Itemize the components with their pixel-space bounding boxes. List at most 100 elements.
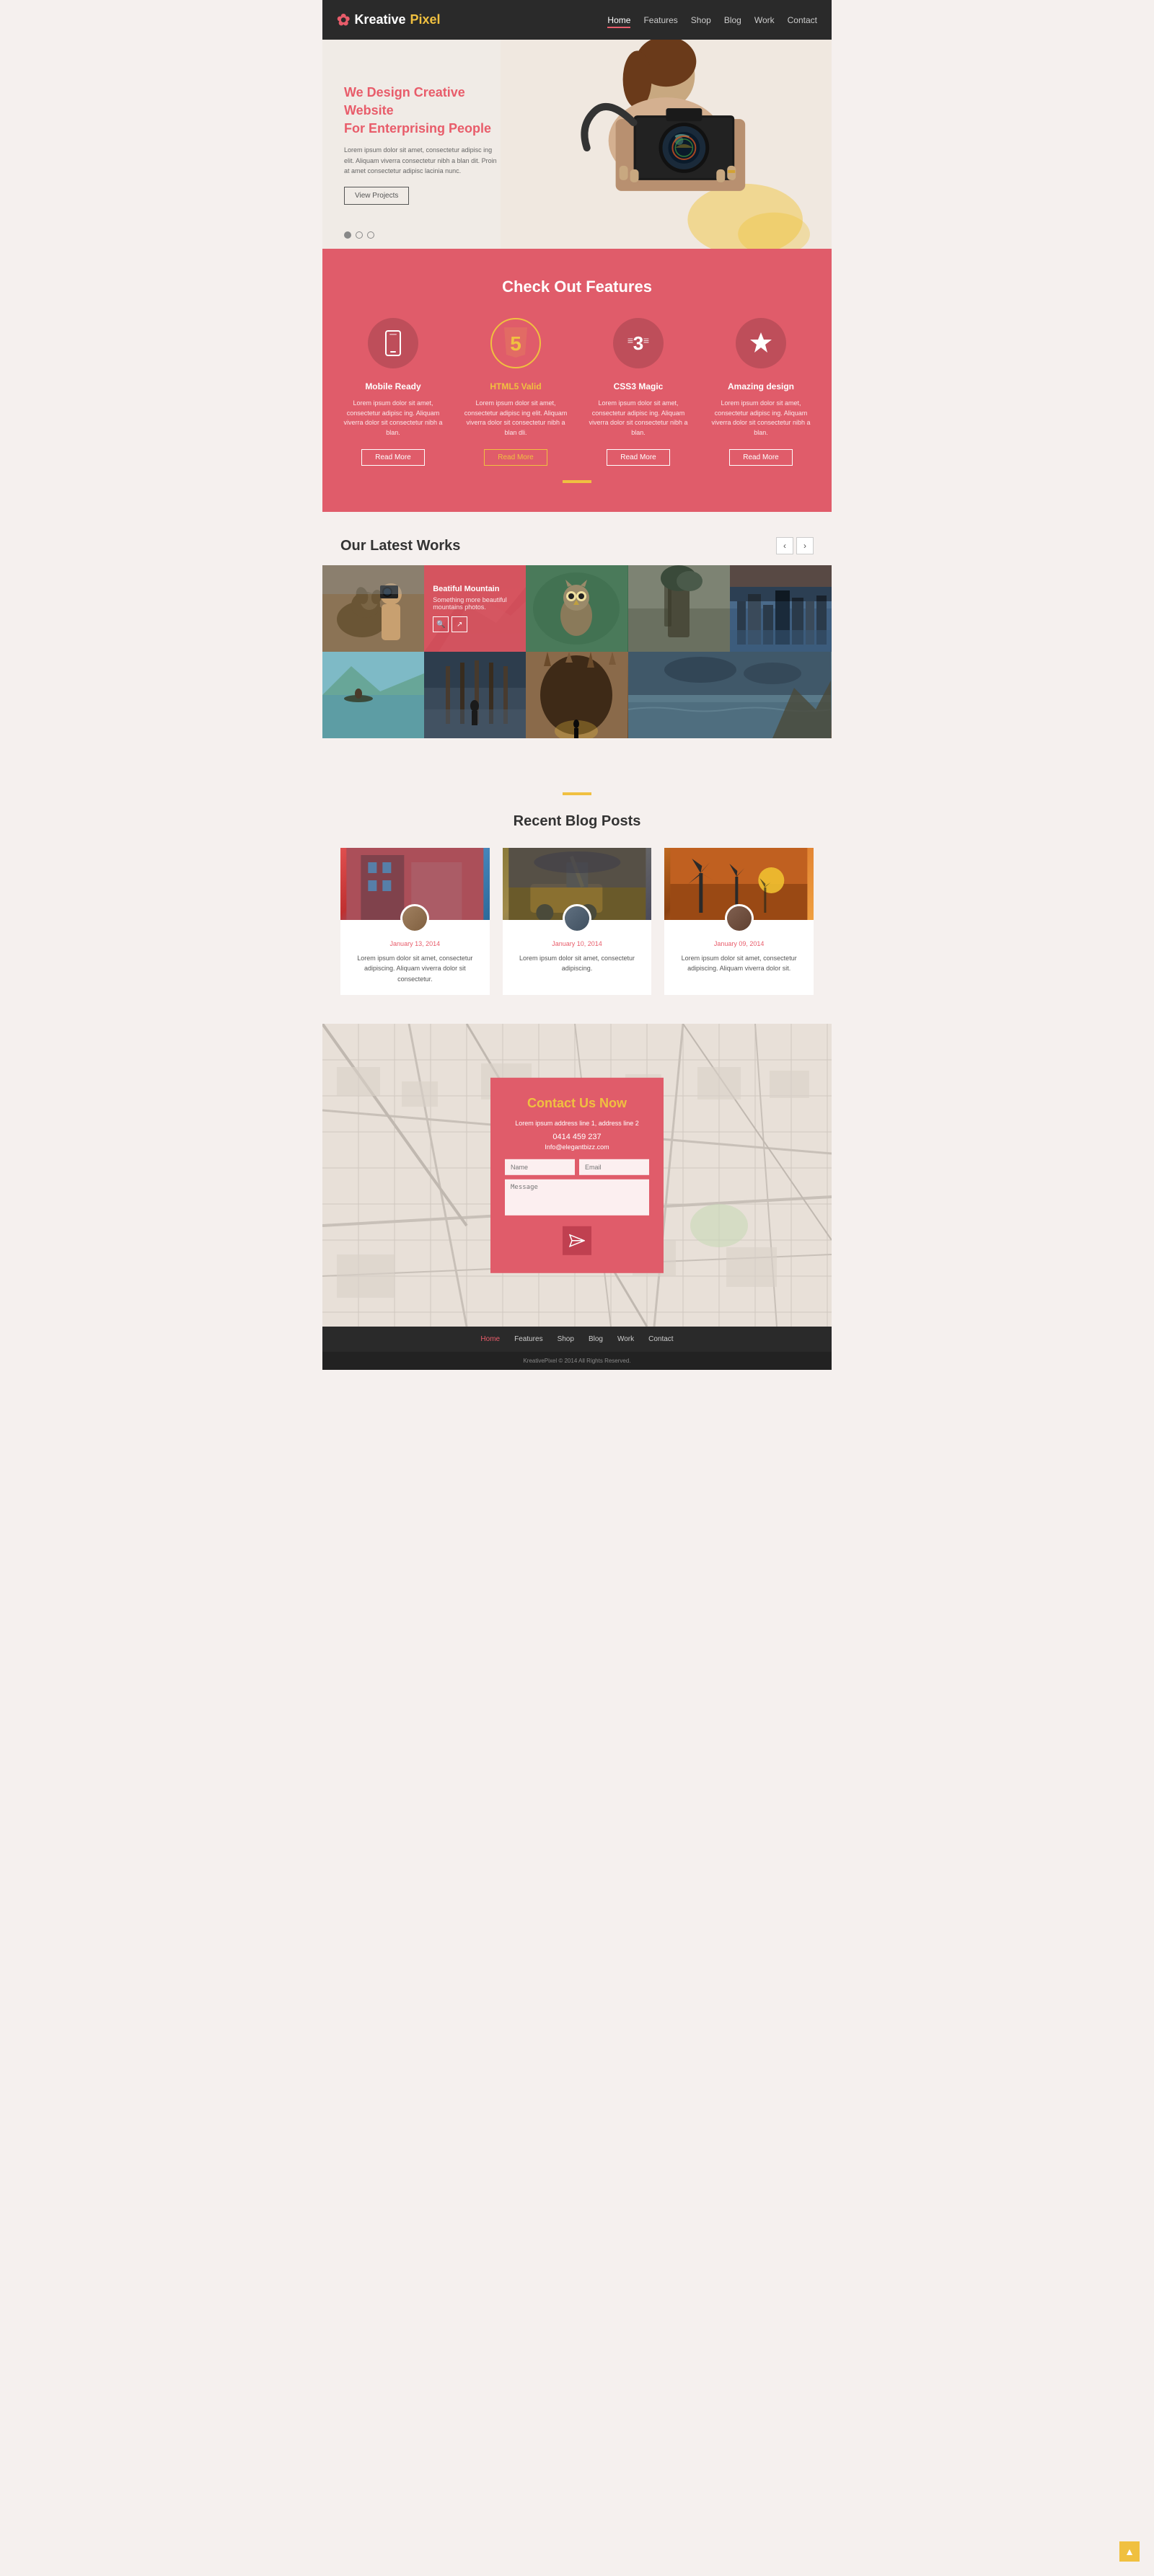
brand-logo-icon: ✿ (337, 11, 350, 30)
feature-item-css3: 3 ≡ ≡ CSS3 Magic Lorem ipsum dolor sit a… (584, 318, 692, 466)
footer: Home Features Shop Blog Work Contact Kre… (322, 1327, 832, 1370)
work-item-2-title: Beatiful Mountain (433, 585, 517, 593)
feature-item-mobile: Mobile Ready Lorem ipsum dolor sit amet,… (339, 318, 447, 466)
work-cave-svg (526, 652, 627, 738)
contact-email-input[interactable] (579, 1159, 649, 1174)
read-more-html5-button[interactable]: Read More (484, 449, 547, 466)
read-more-mobile-button[interactable]: Read More (361, 449, 424, 466)
contact-section: Contact Us Now Lorem ipsum address line … (322, 1024, 832, 1327)
works-prev-button[interactable]: ‹ (776, 537, 793, 554)
works-title: Our Latest Works (340, 538, 460, 554)
contact-submit-button[interactable] (563, 1226, 591, 1254)
footer-link-home[interactable]: Home (480, 1335, 500, 1343)
blog-date-3: January 09, 2014 (673, 940, 805, 947)
contact-form-name-email-row (505, 1159, 649, 1174)
feature-title-html5: HTML5 Valid (490, 381, 541, 391)
footer-link-contact[interactable]: Contact (648, 1335, 673, 1343)
work-photo-city (730, 565, 832, 652)
feature-icon-html5: 5 (490, 318, 541, 368)
hero-dots (344, 231, 374, 239)
work-item-7[interactable] (424, 652, 526, 738)
work-item-3[interactable] (526, 565, 627, 652)
mobile-icon (382, 330, 404, 356)
nav-link-features[interactable]: Features (643, 15, 677, 25)
work-item-2-icons: 🔍 ↗ (433, 616, 517, 632)
works-section: Our Latest Works ‹ › (322, 512, 832, 753)
works-title-bold: Works (417, 538, 461, 554)
hero-dot-2[interactable] (356, 231, 363, 239)
blog-text-3: Lorem ipsum dolor sit amet, consectetur … (673, 953, 805, 974)
feature-title-mobile: Mobile Ready (365, 381, 420, 391)
work-item-2-overlay: Beatiful Mountain Something more beautif… (424, 565, 526, 652)
feature-desc-css3: Lorem ipsum dolor sit amet, consectetur … (584, 399, 692, 438)
feature-icon-mobile-ready (368, 318, 418, 368)
work-item-1[interactable] (322, 565, 424, 652)
nav-item-contact[interactable]: Contact (788, 14, 817, 27)
nav-link-shop[interactable]: Shop (691, 15, 711, 25)
work-dog-svg (322, 565, 424, 652)
read-more-design-button[interactable]: Read More (729, 449, 792, 466)
nav-link-work[interactable]: Work (754, 15, 775, 25)
work-item-8[interactable] (526, 652, 627, 738)
nav-item-blog[interactable]: Blog (724, 14, 741, 27)
blog-date-1: January 13, 2014 (349, 940, 481, 947)
work-item-2[interactable]: Beatiful Mountain Something more beautif… (424, 565, 526, 652)
scroll-to-top-button[interactable]: ▲ (1119, 2541, 1140, 2562)
contact-card: Contact Us Now Lorem ipsum address line … (490, 1078, 664, 1272)
nav-item-shop[interactable]: Shop (691, 14, 711, 27)
blog-grid: January 13, 2014 Lorem ipsum dolor sit a… (340, 848, 814, 995)
html5-icon: 5 (501, 327, 530, 359)
footer-link-features[interactable]: Features (514, 1335, 542, 1343)
brand: ✿ KreativePixel (337, 11, 441, 30)
nav-item-features[interactable]: Features (643, 14, 677, 27)
feature-icon-css3: 3 ≡ ≡ (613, 318, 664, 368)
hero-dot-1[interactable] (344, 231, 351, 239)
work-lake-svg (322, 652, 424, 738)
contact-message-textarea[interactable] (505, 1179, 649, 1215)
nav-item-home[interactable]: Home (607, 14, 630, 27)
navbar: ✿ KreativePixel Home Features Shop Blog … (322, 0, 832, 40)
features-title-bold: Features (586, 278, 652, 296)
work-item-2-subtitle: Something more beautiful mountains photo… (433, 596, 517, 611)
contact-card-title: Contact Us Now (505, 1096, 649, 1111)
read-more-css3-button[interactable]: Read More (607, 449, 669, 466)
send-icon (569, 1234, 585, 1247)
footer-link-shop[interactable]: Shop (558, 1335, 574, 1343)
contact-phone: 0414 459 237 (505, 1132, 649, 1141)
hero-title: We Design Creative Website For Enterpris… (344, 84, 503, 138)
work-item-6[interactable] (322, 652, 424, 738)
hero-camera-svg (501, 40, 832, 249)
nav-link-blog[interactable]: Blog (724, 15, 741, 25)
blog-title-bold: Blog Posts (565, 813, 640, 829)
blog-avatar-img-2 (565, 906, 589, 931)
works-grid: Beatiful Mountain Something more beautif… (322, 565, 832, 738)
works-nav-controls: ‹ › (776, 537, 814, 554)
hero-dot-3[interactable] (367, 231, 374, 239)
brand-name-pixel: Pixel (410, 12, 440, 27)
hero-image (501, 40, 832, 249)
works-title-normal: Our Latest (340, 538, 413, 554)
work-item-2-search-button[interactable]: 🔍 (433, 616, 449, 632)
blog-avatar-1 (400, 904, 429, 933)
works-next-button[interactable]: › (796, 537, 814, 554)
contact-name-input[interactable] (505, 1159, 575, 1174)
work-item-5[interactable] (730, 565, 832, 652)
nav-link-contact[interactable]: Contact (788, 15, 817, 25)
footer-link-work[interactable]: Work (617, 1335, 634, 1343)
nav-item-work[interactable]: Work (754, 14, 775, 27)
css3-icon: 3 ≡ ≡ (625, 329, 652, 357)
yellow-divider-bar (563, 480, 591, 483)
work-photo-lake (322, 652, 424, 738)
work-item-2-link-button[interactable]: ↗ (452, 616, 467, 632)
footer-copyright: KreativePixel © 2014 All Rights Reserved… (322, 1352, 832, 1370)
work-item-9[interactable] (628, 652, 832, 738)
blog-date-2: January 10, 2014 (511, 940, 643, 947)
blog-avatar-2 (563, 904, 591, 933)
nav-link-home[interactable]: Home (607, 15, 630, 28)
work-item-4[interactable] (628, 565, 730, 652)
work-photo-dog (322, 565, 424, 652)
hero-cta-button[interactable]: View Projects (344, 187, 409, 205)
svg-text:≡: ≡ (627, 335, 633, 346)
feature-item-html5: 5 HTML5 Valid Lorem ipsum dolor sit amet… (462, 318, 570, 466)
footer-link-blog[interactable]: Blog (589, 1335, 603, 1343)
